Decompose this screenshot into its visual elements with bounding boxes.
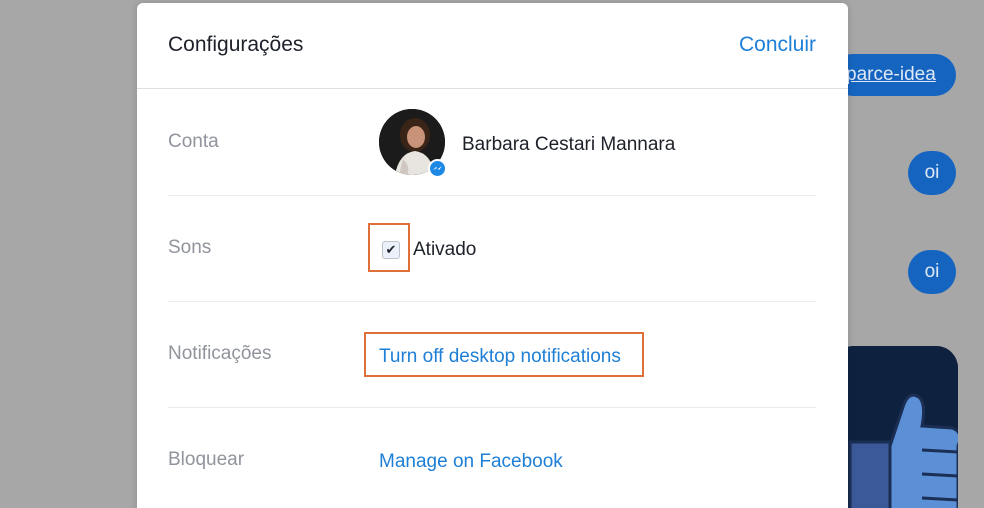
chat-message: oi [908,151,956,195]
sounds-checkbox[interactable]: ✔ [382,241,400,259]
block-label: Bloquear [168,449,245,470]
chat-message-link[interactable]: parce-idea [832,54,956,96]
manage-on-facebook-link[interactable]: Manage on Facebook [379,451,563,473]
block-row: Bloquear Manage on Facebook [168,408,816,508]
turn-off-notifications-link[interactable]: Turn off desktop notifications [379,346,621,368]
sounds-label: Sons [168,237,212,258]
sounds-checkbox-label[interactable]: Ativado [413,239,476,261]
thumbs-up-icon [832,346,958,508]
account-name: Barbara Cestari Mannara [462,134,676,155]
done-button[interactable]: Concluir [739,33,816,57]
check-icon: ✔ [385,242,397,257]
account-row: Conta Barbara Cestari Mannara [168,90,816,196]
chat-message: oi [908,250,956,294]
settings-dialog: Configurações Concluir Conta Barbara Ces… [137,3,848,508]
sounds-row: Sons ✔ Ativado [168,196,816,302]
account-label: Conta [168,131,219,152]
thumbs-up-sticker [832,346,958,508]
checkbox-highlight: ✔ [368,223,410,272]
messenger-icon [428,159,447,178]
notifications-label: Notificações [168,343,272,364]
dialog-title: Configurações [168,33,304,56]
notifications-row: Notificações Turn off desktop notificati… [168,302,816,408]
dialog-header: Configurações Concluir [137,3,848,89]
